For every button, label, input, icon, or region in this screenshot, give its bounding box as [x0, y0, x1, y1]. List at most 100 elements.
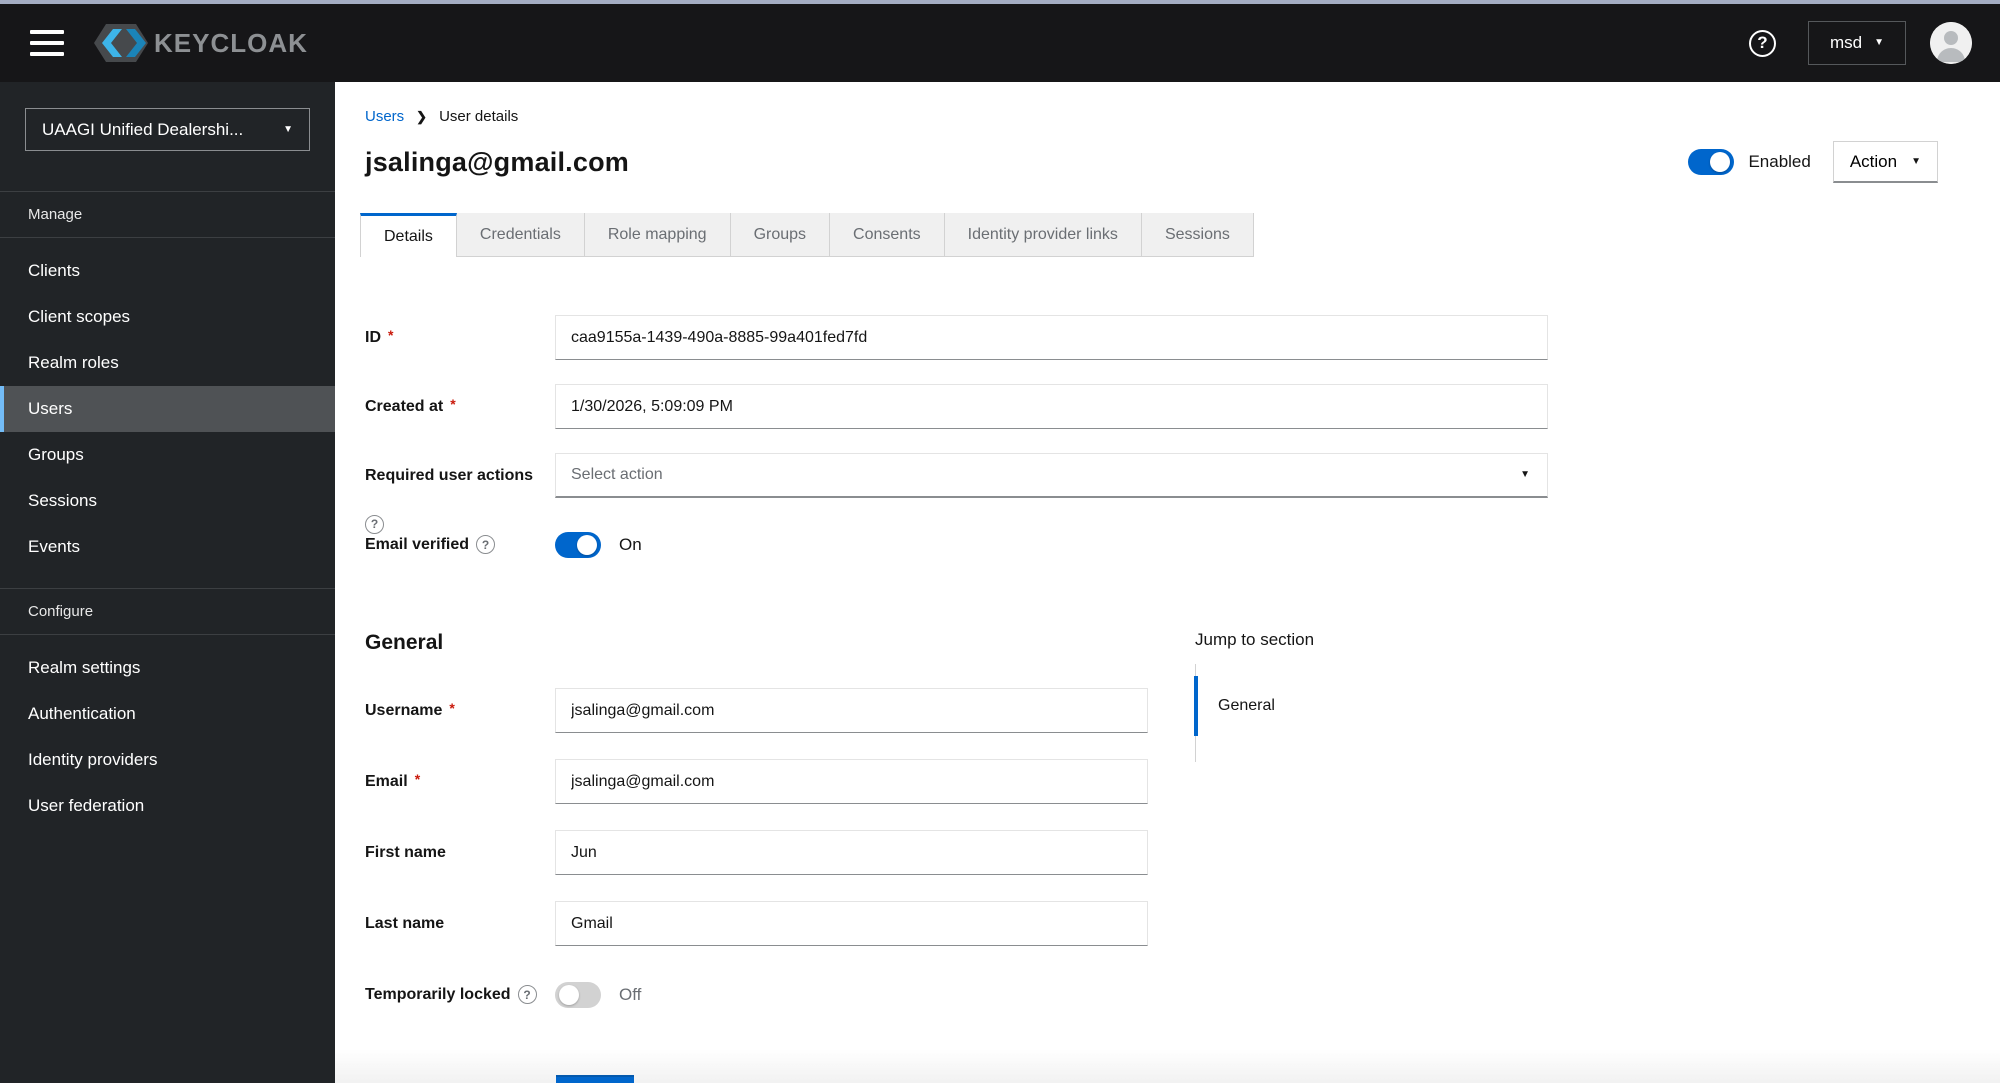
tab-credentials[interactable]: Credentials: [456, 213, 585, 257]
last-name-field[interactable]: [555, 901, 1148, 946]
tab-role-mapping[interactable]: Role mapping: [584, 213, 731, 257]
required-marker: *: [414, 770, 421, 787]
form-row-temporarily-locked: Temporarily locked ? Off: [365, 972, 2000, 1017]
brand-text: KEYCLOAK: [154, 27, 308, 58]
tab-details[interactable]: Details: [360, 213, 457, 257]
tab-sessions[interactable]: Sessions: [1141, 213, 1254, 257]
jump-to-section-panel: Jump to section General: [1194, 630, 1455, 762]
required-marker: *: [450, 395, 456, 412]
user-menu-label: msd: [1829, 33, 1863, 52]
user-avatar-icon: [1930, 22, 1972, 64]
help-icon[interactable]: ?: [365, 514, 384, 534]
sidebar-item-authentication[interactable]: Authentication: [0, 691, 335, 737]
sidebar: UAAGI Unified Dealershi... ▼ Manage Clie…: [0, 82, 335, 1083]
required-user-actions-label: Required user actions ?: [365, 467, 555, 534]
sidebar-item-identity-providers[interactable]: Identity providers: [0, 737, 335, 783]
last-name-label: Last name: [365, 914, 445, 932]
tab-bar: Details Credentials Role mapping Groups …: [360, 213, 2000, 257]
keycloak-logo-icon: [94, 24, 148, 62]
breadcrumb-current: User details: [439, 108, 519, 125]
realm-selector-label: UAAGI Unified Dealershi...: [42, 119, 244, 139]
help-icon[interactable]: ?: [517, 985, 537, 1004]
jump-item-general[interactable]: General: [1194, 676, 1455, 736]
main-content: Users ❯ User details jsalinga@gmail.com …: [335, 82, 2000, 1083]
form-row-first-name: First name: [365, 830, 2000, 875]
form-row-id: ID *: [365, 315, 2000, 360]
email-verified-state: On: [619, 534, 642, 554]
help-icon[interactable]: ?: [1749, 29, 1776, 57]
sidebar-item-events[interactable]: Events: [0, 524, 335, 570]
sidebar-item-users[interactable]: Users: [0, 386, 335, 432]
required-marker: *: [449, 699, 455, 716]
header-controls: Enabled Action ▼: [1688, 141, 1938, 183]
first-name-label: First name: [365, 843, 446, 861]
id-field[interactable]: [555, 315, 1548, 360]
help-icon[interactable]: ?: [476, 535, 496, 554]
email-label: Email *: [365, 770, 421, 790]
tab-groups[interactable]: Groups: [730, 213, 831, 257]
action-label: Action: [1849, 151, 1898, 171]
sidebar-item-sessions[interactable]: Sessions: [0, 478, 335, 524]
chevron-right-icon: ❯: [416, 108, 428, 124]
chevron-down-icon: ▼: [283, 123, 293, 135]
topbar-right: ? msd ▼: [1749, 21, 2000, 65]
save-button[interactable]: [556, 1075, 634, 1083]
nav-section-manage-label: Manage: [28, 206, 83, 223]
sidebar-item-realm-roles[interactable]: Realm roles: [0, 340, 335, 386]
username-label: Username *: [365, 699, 455, 719]
chevron-down-icon: ▼: [1911, 155, 1921, 167]
avatar[interactable]: [1930, 22, 1972, 64]
sidebar-item-user-federation[interactable]: User federation: [0, 783, 335, 829]
enabled-toggle-group: Enabled: [1688, 149, 1811, 175]
chevron-down-icon: ▼: [1874, 37, 1885, 48]
breadcrumb-users-link[interactable]: Users: [365, 108, 404, 125]
nav-list-configure: Realm settings Authentication Identity p…: [0, 635, 335, 839]
action-dropdown[interactable]: Action ▼: [1832, 141, 1938, 183]
username-field[interactable]: [555, 688, 1148, 733]
user-menu-dropdown[interactable]: msd ▼: [1808, 21, 1906, 65]
required-user-actions-select[interactable]: ▼: [555, 453, 1548, 498]
required-marker: *: [388, 326, 394, 343]
general-section-heading: General: [365, 631, 444, 654]
created-at-field[interactable]: [555, 384, 1548, 429]
tab-consents[interactable]: Consents: [830, 213, 945, 257]
email-verified-toggle[interactable]: [555, 531, 601, 558]
id-label: ID *: [365, 326, 394, 346]
temporarily-locked-state: Off: [619, 984, 642, 1004]
email-verified-label: Email verified ?: [365, 535, 555, 554]
sidebar-item-client-scopes[interactable]: Client scopes: [0, 294, 335, 340]
form-row-last-name: Last name: [365, 901, 2000, 946]
nav-section-configure-label: Configure: [28, 603, 94, 620]
email-verified-toggle-group: On: [555, 531, 642, 558]
nav-list-manage: Clients Client scopes Realm roles Users …: [0, 238, 335, 580]
chevron-down-icon: ▼: [1520, 469, 1530, 480]
form-row-required-user-actions: Required user actions ? ▼: [365, 453, 2000, 534]
jump-to-section-heading: Jump to section: [1195, 630, 1315, 649]
breadcrumb: Users ❯ User details: [365, 108, 2000, 125]
page-title: jsalinga@gmail.com: [365, 146, 630, 177]
hamburger-menu-icon[interactable]: [30, 30, 64, 56]
enabled-toggle[interactable]: [1688, 149, 1735, 175]
page-header: jsalinga@gmail.com Enabled Action ▼: [365, 141, 1938, 183]
email-field[interactable]: [555, 759, 1148, 804]
sidebar-item-groups[interactable]: Groups: [0, 432, 335, 478]
sidebar-item-realm-settings[interactable]: Realm settings: [0, 645, 335, 691]
form-row-email-verified: Email verified ? On: [365, 522, 2000, 567]
keycloak-logo: KEYCLOAK: [86, 19, 308, 67]
topbar: KEYCLOAK ? msd ▼: [0, 4, 2000, 82]
first-name-field[interactable]: [555, 830, 1148, 875]
temporarily-locked-toggle-group: Off: [555, 981, 642, 1008]
realm-selector[interactable]: UAAGI Unified Dealershi... ▼: [25, 108, 310, 151]
form-row-created-at: Created at *: [365, 384, 2000, 429]
required-user-actions-input[interactable]: [555, 453, 1548, 498]
created-at-label: Created at *: [365, 395, 456, 415]
temporarily-locked-toggle[interactable]: [555, 981, 601, 1008]
temporarily-locked-label: Temporarily locked ?: [365, 985, 555, 1004]
user-details-form: ID * Created at * Required user actions …: [365, 315, 2000, 1017]
form-row-username: Username *: [365, 688, 2000, 733]
jump-to-section-rail: General: [1194, 664, 1455, 762]
enabled-label: Enabled: [1748, 152, 1811, 171]
sidebar-item-clients[interactable]: Clients: [0, 248, 335, 294]
form-row-email: Email *: [365, 759, 2000, 804]
tab-identity-provider-links[interactable]: Identity provider links: [944, 213, 1142, 257]
